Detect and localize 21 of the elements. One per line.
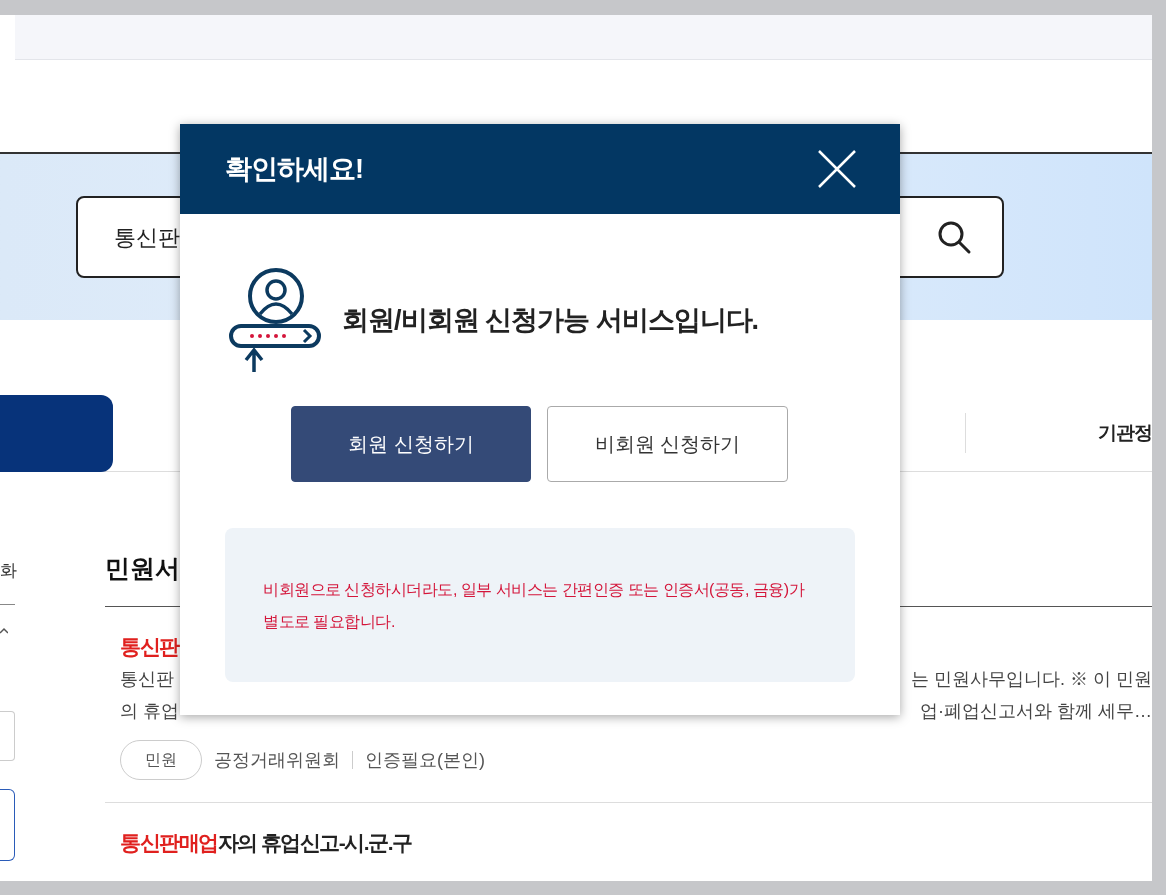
chevron-up-icon[interactable]: [0, 626, 8, 635]
tab[interactable]: [0, 394, 113, 472]
agency-name: 공정거래위원회: [214, 748, 340, 772]
member-apply-button[interactable]: 회원 신청하기: [291, 406, 531, 482]
guest-apply-button[interactable]: 비회원 신청하기: [547, 406, 788, 482]
search-icon[interactable]: [936, 219, 972, 255]
filter-label: 화: [0, 560, 17, 582]
modal-message: 회원/비회원 신청가능 서비스입니다.: [342, 303, 758, 337]
result-description: 업·폐업신고서와 함께 세무…: [920, 700, 1152, 723]
tab[interactable]: 기관정: [1098, 418, 1152, 448]
result-description: 의 휴업: [120, 700, 179, 723]
auth-requirement: 인증필요(본인): [365, 748, 485, 772]
result-title[interactable]: 통신판: [120, 630, 179, 662]
modal-title: 확인하세요!: [225, 152, 363, 186]
filter-box[interactable]: [0, 788, 15, 861]
result-title[interactable]: 통신판매업자의 휴업신고-시.군.구: [120, 827, 412, 859]
result-description: 통신판: [120, 668, 174, 691]
user-login-icon: [228, 266, 324, 374]
search-value: 통신판: [114, 223, 180, 252]
result-description: 는 민원사무입니다. ※ 이 민원: [911, 668, 1152, 691]
close-icon[interactable]: [818, 150, 856, 188]
